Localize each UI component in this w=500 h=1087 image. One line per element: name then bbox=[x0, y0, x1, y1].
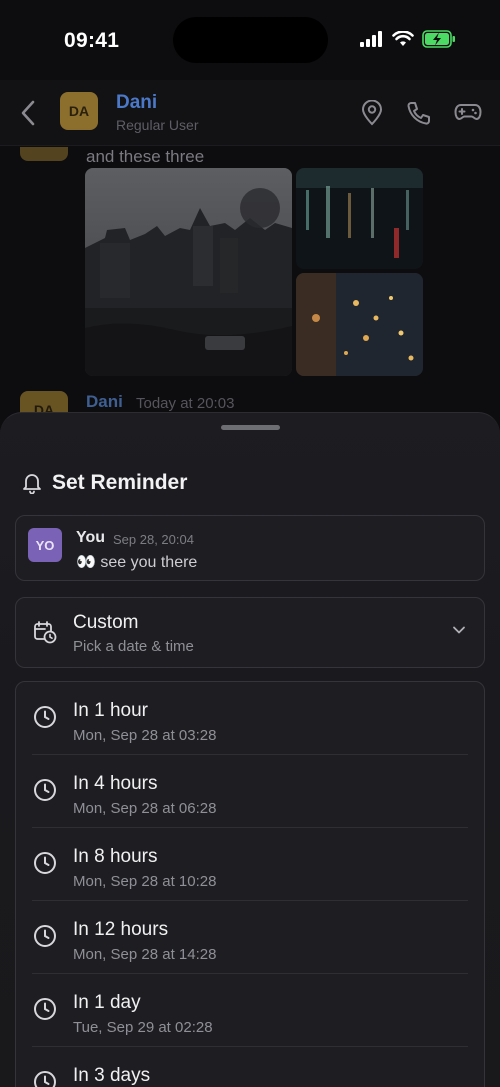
custom-sublabel: Pick a date & time bbox=[73, 638, 194, 655]
option-in-8-hours[interactable]: In 8 hours Mon, Sep 28 at 10:28 bbox=[16, 828, 484, 901]
chevron-down-icon bbox=[453, 626, 465, 634]
header-actions bbox=[360, 100, 482, 126]
clock-icon bbox=[34, 1071, 56, 1087]
option-label: In 1 hour bbox=[73, 700, 148, 721]
bell-icon bbox=[23, 474, 41, 494]
option-in-1-hour[interactable]: In 1 hour Mon, Sep 28 at 03:28 bbox=[16, 682, 484, 755]
message-author: Dani bbox=[86, 392, 123, 411]
option-in-3-days[interactable]: In 3 days bbox=[16, 1047, 484, 1087]
message-text: and these three bbox=[86, 147, 205, 166]
status-icons bbox=[360, 30, 456, 48]
wifi-icon bbox=[392, 31, 414, 46]
photo-attachment-lights[interactable] bbox=[296, 273, 423, 376]
quoted-text: 👀 see you there bbox=[76, 554, 198, 571]
sheet-header: Set Reminder bbox=[22, 471, 187, 495]
battery-charging-icon bbox=[422, 30, 455, 48]
option-label: In 3 days bbox=[73, 1065, 151, 1086]
phone-icon[interactable] bbox=[406, 100, 432, 126]
quoted-message: YO You Sep 28, 20:04 👀 see you there bbox=[15, 515, 485, 581]
quoted-author: You bbox=[76, 529, 106, 546]
sheet-grabber[interactable] bbox=[221, 425, 280, 430]
option-sublabel: Mon, Sep 28 at 03:28 bbox=[73, 727, 217, 744]
photo-attachment-night-water[interactable] bbox=[296, 168, 423, 269]
contact-name[interactable]: Dani bbox=[116, 92, 157, 114]
clock-icon bbox=[34, 852, 56, 874]
signal-icon bbox=[360, 31, 382, 47]
option-in-1-day[interactable]: In 1 day Tue, Sep 29 at 02:28 bbox=[16, 974, 484, 1047]
sheet-title: Set Reminder bbox=[52, 471, 188, 494]
option-sublabel: Tue, Sep 29 at 02:28 bbox=[73, 1019, 213, 1036]
preset-options-list: In 1 hour Mon, Sep 28 at 03:28 In 4 hour… bbox=[15, 681, 485, 1087]
option-label: In 1 day bbox=[73, 992, 141, 1013]
gamepad-icon[interactable] bbox=[454, 100, 482, 124]
reminder-sheet: Set Reminder YO You Sep 28, 20:04 👀 see … bbox=[0, 412, 500, 1087]
custom-time-option[interactable]: Custom Pick a date & time bbox=[15, 597, 485, 668]
chat-header: DA Dani Regular User bbox=[0, 80, 500, 146]
dynamic-island bbox=[173, 17, 328, 63]
status-time: 09:41 bbox=[64, 29, 120, 52]
option-sublabel: Mon, Sep 28 at 10:28 bbox=[73, 873, 217, 890]
option-sublabel: Mon, Sep 28 at 14:28 bbox=[73, 946, 217, 963]
option-in-12-hours[interactable]: In 12 hours Mon, Sep 28 at 14:28 bbox=[16, 901, 484, 974]
avatar: YO bbox=[28, 528, 62, 562]
clock-icon bbox=[34, 779, 56, 801]
clock-icon bbox=[34, 706, 56, 728]
option-sublabel: Mon, Sep 28 at 06:28 bbox=[73, 800, 217, 817]
message-timestamp: Today at 20:03 bbox=[136, 395, 235, 412]
calendar-clock-icon bbox=[34, 621, 57, 644]
option-in-4-hours[interactable]: In 4 hours Mon, Sep 28 at 06:28 bbox=[16, 755, 484, 828]
string-lights-photo bbox=[296, 273, 423, 376]
avatar bbox=[20, 147, 68, 161]
option-label: In 8 hours bbox=[73, 846, 158, 867]
quoted-timestamp: Sep 28, 20:04 bbox=[113, 532, 194, 547]
canal-houses-photo bbox=[85, 168, 292, 376]
option-label: In 4 hours bbox=[73, 773, 158, 794]
message-list: and these three DA Dani Today at 20:03 bbox=[0, 147, 500, 417]
status-bar: 09:41 bbox=[0, 0, 500, 80]
clock-icon bbox=[34, 998, 56, 1020]
contact-subtitle: Regular User bbox=[116, 117, 199, 133]
option-label: In 12 hours bbox=[73, 919, 169, 940]
avatar[interactable]: DA bbox=[60, 92, 98, 130]
location-pin-icon[interactable] bbox=[360, 100, 384, 126]
custom-label: Custom bbox=[73, 612, 139, 633]
night-water-photo bbox=[296, 168, 423, 269]
back-chevron-icon[interactable] bbox=[18, 99, 38, 127]
photo-attachment-canal[interactable] bbox=[85, 168, 292, 376]
clock-icon bbox=[34, 925, 56, 947]
